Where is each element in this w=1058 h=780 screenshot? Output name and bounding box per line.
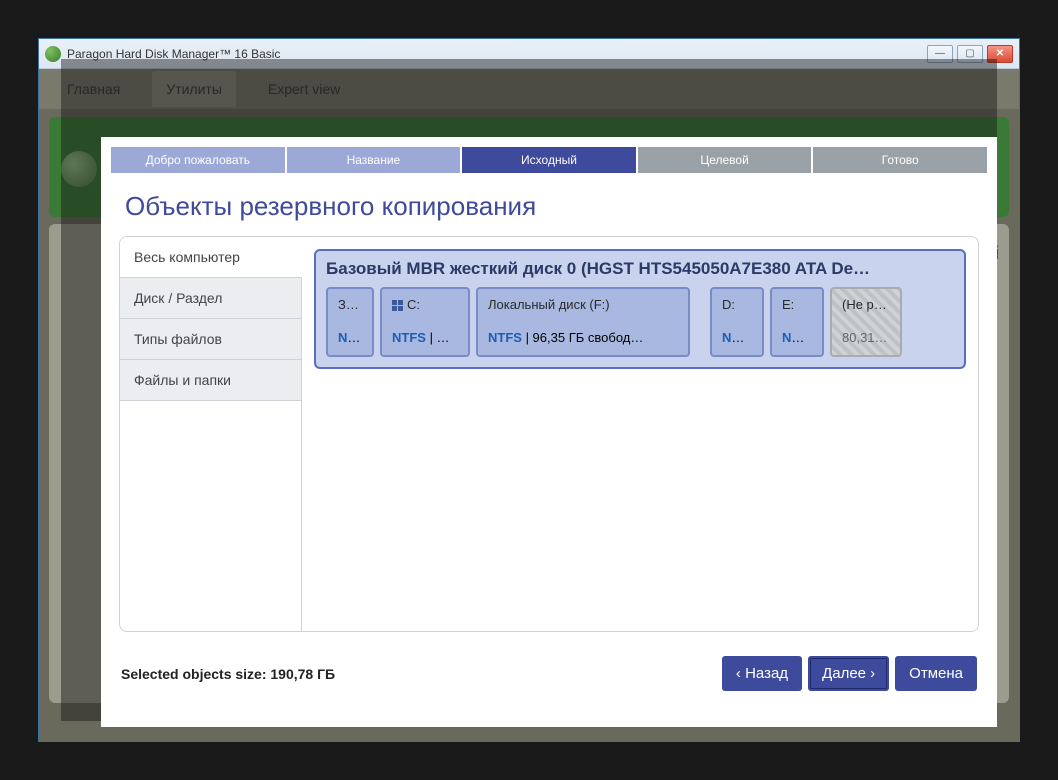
partition-details: NT… — [782, 330, 812, 345]
sidebar-item[interactable]: Диск / Раздел — [120, 278, 302, 319]
partition[interactable]: За… NT… — [326, 287, 374, 357]
wizard-step[interactable]: Исходный — [462, 147, 636, 173]
sidebar: Весь компьютерДиск / РазделТипы файловФа… — [120, 237, 302, 631]
windows-icon — [392, 300, 403, 311]
partition-label: C: — [392, 297, 458, 312]
wizard-steps: Добро пожаловатьНазваниеИсходныйЦелевойГ… — [111, 147, 987, 173]
partition-details: NT… — [338, 330, 362, 345]
wizard-step[interactable]: Готово — [813, 147, 987, 173]
partition-details: NTFS | … — [392, 330, 458, 345]
wizard-step[interactable]: Целевой — [638, 147, 812, 173]
next-button[interactable]: Далее › — [808, 656, 889, 691]
sidebar-item[interactable]: Файлы и папки — [120, 360, 302, 401]
partition-label: Локальный диск (F:) — [488, 297, 678, 312]
partition[interactable]: D: NT… — [710, 287, 764, 357]
wizard-step[interactable]: Добро пожаловать — [111, 147, 285, 173]
partition[interactable]: E: NT… — [770, 287, 824, 357]
partition-label: E: — [782, 297, 812, 312]
app-window: Paragon Hard Disk Manager™ 16 Basic — ▢ … — [38, 38, 1020, 742]
wizard-step[interactable]: Название — [287, 147, 461, 173]
disk-title: Базовый MBR жесткий диск 0 (HGST HTS5450… — [326, 259, 954, 279]
sidebar-item[interactable]: Весь компьютер — [120, 237, 302, 278]
partitions: За… NT… C: NTFS | … Локальный диск (F:) NTFS … — [326, 287, 954, 357]
partition-label: D: — [722, 297, 752, 312]
partition[interactable]: Локальный диск (F:) NTFS | 96,35 ГБ свобо… — [476, 287, 690, 357]
content-box: Весь компьютерДиск / РазделТипы файловФа… — [119, 236, 979, 632]
back-button[interactable]: ‹ Назад — [722, 656, 802, 691]
wizard-dialog: Добро пожаловатьНазваниеИсходныйЦелевойГ… — [101, 137, 997, 727]
sidebar-item[interactable]: Типы файлов — [120, 319, 302, 360]
disk-area: Базовый MBR жесткий диск 0 (HGST HTS5450… — [302, 237, 978, 631]
selected-size-label: Selected objects size: 190,78 ГБ — [121, 666, 722, 682]
page-title: Объекты резервного копирования — [101, 173, 997, 236]
partition[interactable]: (Не р… 80,31… — [830, 287, 902, 357]
dialog-footer: Selected objects size: 190,78 ГБ ‹ Назад… — [101, 632, 997, 691]
partition-details: NT… — [722, 330, 752, 345]
partition-details: NTFS | 96,35 ГБ свобод… — [488, 330, 678, 345]
partition-label: (Не р… — [842, 297, 890, 312]
partition-details: 80,31… — [842, 330, 890, 345]
app-icon — [45, 46, 61, 62]
partition[interactable]: C: NTFS | … — [380, 287, 470, 357]
cancel-button[interactable]: Отмена — [895, 656, 977, 691]
partition-label: За… — [338, 297, 362, 312]
disk-box[interactable]: Базовый MBR жесткий диск 0 (HGST HTS5450… — [314, 249, 966, 369]
